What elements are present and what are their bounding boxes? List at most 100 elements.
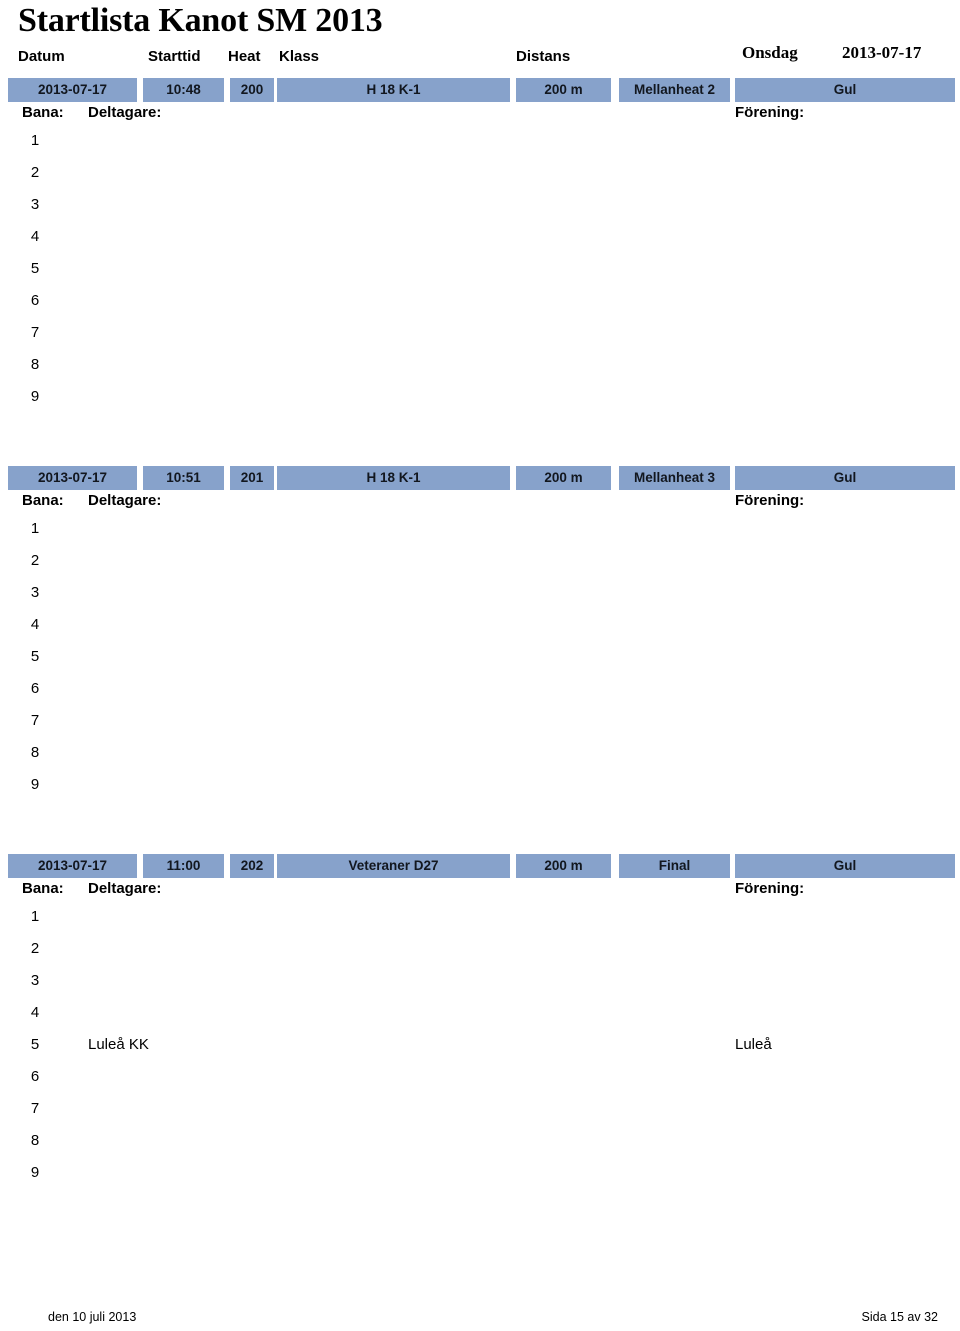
lane-row: 9 [0, 774, 960, 806]
lane-number: 4 [30, 228, 40, 245]
heat-bana-farg: Gul [735, 854, 955, 878]
heat-klass: H 18 K-1 [277, 78, 510, 102]
label-deltagare: Deltagare: [88, 104, 162, 121]
heat-number: 202 [230, 854, 274, 878]
heat-distans: 200 m [516, 78, 611, 102]
lane-row: 3 [0, 194, 960, 226]
label-bana: Bana: [22, 492, 64, 509]
heat-number: 201 [230, 466, 274, 490]
lane-number: 2 [30, 552, 40, 569]
lane-number: 8 [30, 356, 40, 373]
header-weekday: Onsdag [742, 43, 798, 62]
heat-klass: H 18 K-1 [277, 466, 510, 490]
label-forening: Förening: [735, 492, 805, 509]
lane-number: 3 [30, 196, 40, 213]
lane-number: 5 [30, 648, 40, 665]
label-bana: Bana: [22, 880, 64, 897]
heat-omgang: Mellanheat 3 [619, 466, 730, 490]
lane-row: 9 [0, 386, 960, 418]
header-date: 2013-07-17 [842, 43, 922, 62]
footer-printed-date: den 10 juli 2013 [48, 1310, 137, 1324]
heat-summary-bar: 2013-07-17 11:00 202 Veteraner D27 200 m Fina… [0, 854, 960, 878]
lane-number: 9 [30, 1164, 40, 1181]
lane-number: 8 [30, 1132, 40, 1149]
label-forening: Förening: [735, 104, 805, 121]
column-header-starttid: Starttid [148, 48, 201, 65]
lane-number: 2 [30, 164, 40, 181]
lane-row: 2 [0, 550, 960, 582]
lane-row: 7 [0, 710, 960, 742]
heat-bana-farg: Gul [735, 78, 955, 102]
lane-number: 3 [30, 972, 40, 989]
lane-row: 2 [0, 938, 960, 970]
lane-number: 1 [30, 132, 40, 149]
lane-row: 7 [0, 322, 960, 354]
document-page: Startlista Kanot SM 2013 Datum Starttid … [0, 0, 960, 1331]
lane-number: 6 [30, 1068, 40, 1085]
lane-row: 5 Luleå KK Luleå [0, 1034, 960, 1066]
lane-row: 4 [0, 614, 960, 646]
heat-starttid: 10:48 [143, 78, 224, 102]
lane-number: 9 [30, 776, 40, 793]
heat-klass: Veteraner D27 [277, 854, 510, 878]
lane-number: 9 [30, 388, 40, 405]
lane-row: 2 [0, 162, 960, 194]
lane-row: 7 [0, 1098, 960, 1130]
lane-number: 6 [30, 292, 40, 309]
label-bana: Bana: [22, 104, 64, 121]
lane-row: 9 [0, 1162, 960, 1194]
lane-number: 4 [30, 616, 40, 633]
column-header-distans: Distans [516, 48, 571, 65]
heat-omgang: Final [619, 854, 730, 878]
lane-number: 2 [30, 940, 40, 957]
lane-number: 6 [30, 680, 40, 697]
lane-number: 7 [30, 712, 40, 729]
lane-row: 1 [0, 906, 960, 938]
label-forening: Förening: [735, 880, 805, 897]
lane-club: Luleå [735, 1036, 772, 1053]
lane-participant: Luleå KK [88, 1036, 149, 1053]
lane-number: 5 [30, 1036, 40, 1053]
heat-summary-bar: 2013-07-17 10:51 201 H 18 K-1 200 m Mellanhea… [0, 466, 960, 490]
column-header-heat: Heat [228, 48, 261, 65]
heat-datum: 2013-07-17 [8, 854, 137, 878]
lane-row: 6 [0, 678, 960, 710]
lane-row: 3 [0, 970, 960, 1002]
column-header-klass: Klass [279, 48, 320, 65]
heat-omgang: Mellanheat 2 [619, 78, 730, 102]
lane-row: 3 [0, 582, 960, 614]
lane-row: 4 [0, 226, 960, 258]
lane-row: 6 [0, 1066, 960, 1098]
lane-row: 5 [0, 646, 960, 678]
heat-distans: 200 m [516, 854, 611, 878]
lane-row: 8 [0, 742, 960, 774]
heat-starttid: 11:00 [143, 854, 224, 878]
lane-row: 1 [0, 518, 960, 550]
heat-starttid: 10:51 [143, 466, 224, 490]
lane-number: 1 [30, 520, 40, 537]
lane-row: 1 [0, 130, 960, 162]
lane-number: 7 [30, 324, 40, 341]
heat-number: 200 [230, 78, 274, 102]
lane-number: 4 [30, 1004, 40, 1021]
label-deltagare: Deltagare: [88, 880, 162, 897]
page-title: Startlista Kanot SM 2013 [18, 2, 383, 39]
heat-datum: 2013-07-17 [8, 466, 137, 490]
column-header-datum: Datum [18, 48, 65, 65]
lane-row: 4 [0, 1002, 960, 1034]
lane-number: 3 [30, 584, 40, 601]
lane-number: 7 [30, 1100, 40, 1117]
heat-bana-farg: Gul [735, 466, 955, 490]
heat-datum: 2013-07-17 [8, 78, 137, 102]
lane-number: 8 [30, 744, 40, 761]
lane-number: 1 [30, 908, 40, 925]
lane-row: 5 [0, 258, 960, 290]
heat-summary-bar: 2013-07-17 10:48 200 H 18 K-1 200 m Mellanhea… [0, 78, 960, 102]
heat-distans: 200 m [516, 466, 611, 490]
lane-row: 6 [0, 290, 960, 322]
lane-row: 8 [0, 1130, 960, 1162]
lane-number: 5 [30, 260, 40, 277]
lane-row: 8 [0, 354, 960, 386]
label-deltagare: Deltagare: [88, 492, 162, 509]
footer-page-number: Sida 15 av 32 [861, 1310, 938, 1324]
